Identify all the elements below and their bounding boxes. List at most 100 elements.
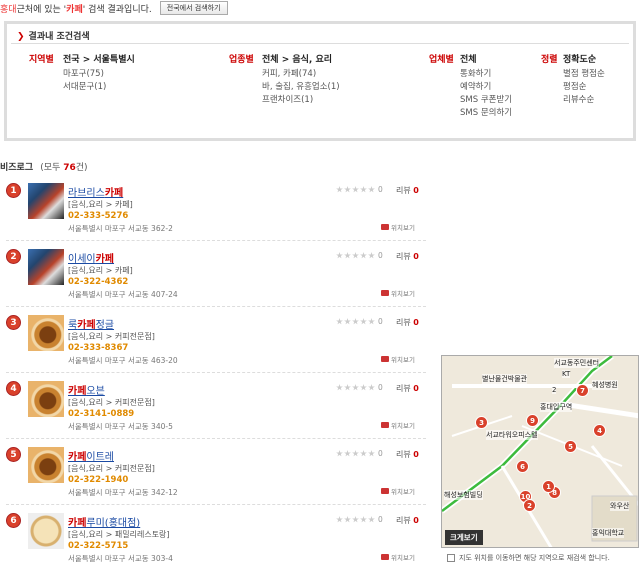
- nationwide-search-button[interactable]: 전국에서 검색하기: [159, 1, 228, 15]
- business-thumbnail[interactable]: [28, 183, 64, 219]
- view-location-link[interactable]: 위치보기: [381, 486, 415, 496]
- map-label: 홍익대학교: [592, 528, 625, 538]
- map-footer: 지도 위치를 이동하면 해당 지역으로 재검색 합니다.: [447, 553, 610, 563]
- star-icon: [368, 450, 375, 457]
- filter-sort-option[interactable]: 리뷰수순: [563, 94, 605, 107]
- map-icon: [381, 224, 389, 230]
- filter-business-option[interactable]: SMS 문의하기: [460, 107, 512, 120]
- filter-region-option[interactable]: 서대문구(1): [63, 81, 135, 94]
- rating-stars: 0: [336, 185, 383, 194]
- rank-badge: 1: [6, 183, 21, 198]
- map-pin[interactable]: 1: [542, 480, 555, 493]
- business-name-link[interactable]: 룩카페정글: [68, 316, 114, 331]
- business-category: [음식,요리 > 카페]: [68, 200, 133, 209]
- business-thumbnail[interactable]: [28, 381, 64, 417]
- business-thumbnail[interactable]: [28, 249, 64, 285]
- view-location-link[interactable]: 위치보기: [381, 354, 415, 364]
- map-panel[interactable]: 서교동주민센터 KT 별난물건박물관 2 혜성병원 홍대입구역 서교타워오피스텔…: [441, 355, 639, 548]
- star-icon: [336, 450, 343, 457]
- business-name-link[interactable]: 카페오븐: [68, 382, 105, 397]
- filter-label-sort: 정렬: [541, 55, 558, 65]
- business-phone: 02-333-8367: [68, 343, 129, 353]
- business-address: 서울특별시 마포구 서교동 362-2: [68, 224, 173, 233]
- review-count[interactable]: 리뷰 0: [396, 383, 419, 394]
- filter-region-option[interactable]: 마포구(75): [63, 68, 135, 81]
- map-label: 서교타워오피스텔: [486, 430, 538, 440]
- map-label: 서교동주민센터: [554, 358, 600, 368]
- filter-label-region: 지역별: [29, 55, 54, 65]
- view-location-link[interactable]: 위치보기: [381, 420, 415, 430]
- map-research-checkbox[interactable]: [447, 554, 455, 562]
- business-thumbnail[interactable]: [28, 315, 64, 351]
- star-icon: [352, 516, 359, 523]
- view-location-link[interactable]: 위치보기: [381, 288, 415, 298]
- map-pin[interactable]: 6: [516, 460, 529, 473]
- review-count[interactable]: 리뷰 0: [396, 317, 419, 328]
- business-address: 서울특별시 마포구 서교동 303-4: [68, 554, 173, 563]
- business-thumbnail[interactable]: [28, 447, 64, 483]
- filter-label-industry: 업종별: [229, 55, 254, 65]
- location-text: 홍대: [0, 4, 17, 15]
- filter-region: 전국 > 서울특별시 마포구(75) 서대문구(1): [63, 52, 135, 94]
- rank-badge: 2: [6, 249, 21, 264]
- result-item: 1 라브리스카페 [음식,요리 > 카페] 02-333-5276 서울특별시 마포구 …: [6, 175, 426, 241]
- map-pin[interactable]: 3: [475, 416, 488, 429]
- search-summary-bar: 홍대 근처에 있는 ' 카페 ' 검색 결과입니다. 전국에서 검색하기: [0, 0, 640, 16]
- summary-prefix: 근처에 있는 ': [16, 4, 67, 15]
- filter-sort-option[interactable]: 평점순: [563, 81, 605, 94]
- business-phone: 02-322-1940: [68, 475, 129, 485]
- filter-industry-option[interactable]: 커피, 카페(74): [262, 68, 340, 81]
- rating-stars: 0: [336, 317, 383, 326]
- review-count[interactable]: 리뷰 0: [396, 185, 419, 196]
- star-icon: [344, 384, 351, 391]
- view-location-link[interactable]: 위치보기: [381, 552, 415, 562]
- keyword-text: 카페: [66, 4, 83, 15]
- business-name-link[interactable]: 라브리스카페: [68, 184, 123, 199]
- map-pin[interactable]: 9: [526, 414, 539, 427]
- results-count: (모두 76건): [40, 163, 88, 173]
- filter-business-option[interactable]: 예약하기: [460, 81, 512, 94]
- summary-suffix: ' 검색 결과입니다.: [82, 4, 152, 15]
- view-location-link[interactable]: 위치보기: [381, 222, 415, 232]
- filter-label-business: 업체별: [429, 55, 454, 65]
- map-pin[interactable]: 5: [564, 440, 577, 453]
- results-header: 비즈로그 (모두 76건): [0, 160, 88, 173]
- business-thumbnail[interactable]: [28, 513, 64, 549]
- star-icon: [368, 516, 375, 523]
- map-footer-text: 지도 위치를 이동하면 해당 지역으로 재검색 합니다.: [459, 554, 610, 562]
- review-count[interactable]: 리뷰 0: [396, 515, 419, 526]
- star-icon: [344, 186, 351, 193]
- filter-sort-option[interactable]: 별점 평점순: [563, 68, 605, 81]
- star-icon: [336, 516, 343, 523]
- business-name-link[interactable]: 카페이트레: [68, 448, 114, 463]
- filter-industry-option[interactable]: 프랜차이즈(1): [262, 94, 340, 107]
- business-phone: 02-322-4362: [68, 277, 129, 287]
- result-item: 5 카페이트레 [음식,요리 > 커피전문점] 02-322-1940 서울특별시 마포…: [6, 439, 426, 505]
- filter-business-option[interactable]: SMS 쿠폰받기: [460, 94, 512, 107]
- filter-title: ❯ 결과내 조건검색: [17, 32, 90, 42]
- filter-industry-option[interactable]: 바, 술집, 유흥업소(1): [262, 81, 340, 94]
- map-enlarge-button[interactable]: 크게보기: [445, 530, 483, 545]
- result-item: 4 카페오븐 [음식,요리 > 커피전문점] 02-3141-0889 서울특별시 마포…: [6, 373, 426, 439]
- filter-business-option[interactable]: 통화하기: [460, 68, 512, 81]
- review-count[interactable]: 리뷰 0: [396, 251, 419, 262]
- review-count[interactable]: 리뷰 0: [396, 449, 419, 460]
- business-category: [음식,요리 > 커피전문점]: [68, 398, 155, 407]
- star-icon: [352, 318, 359, 325]
- star-icon: [360, 516, 367, 523]
- rating-stars: 0: [336, 515, 383, 524]
- star-icon: [368, 318, 375, 325]
- star-icon: [368, 384, 375, 391]
- map-pin[interactable]: 2: [523, 499, 536, 512]
- business-name-link[interactable]: 카페루미(홍대점): [68, 514, 140, 529]
- map-pin[interactable]: 4: [593, 424, 606, 437]
- business-name-link[interactable]: 이세이카페: [68, 250, 114, 265]
- star-icon: [336, 186, 343, 193]
- map-pin[interactable]: 7: [576, 384, 589, 397]
- chevron-right-icon: ❯: [17, 32, 25, 42]
- map-label: 홍대입구역: [540, 402, 573, 412]
- star-icon: [360, 252, 367, 259]
- star-icon: [336, 252, 343, 259]
- business-category: [음식,요리 > 커피전문점]: [68, 332, 155, 341]
- star-icon: [368, 252, 375, 259]
